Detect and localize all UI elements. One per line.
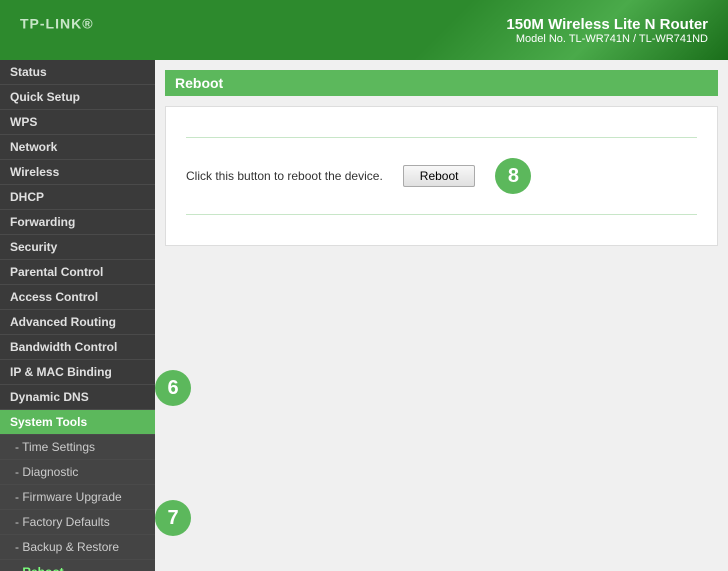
sidebar: StatusQuick SetupWPSNetworkWirelessDHCPF…	[0, 60, 155, 571]
badge-6: 6	[155, 370, 191, 406]
sidebar-item-parental-control[interactable]: Parental Control	[0, 260, 155, 285]
sidebar-item-network[interactable]: Network	[0, 135, 155, 160]
badge-8: 8	[495, 158, 531, 194]
reboot-description: Click this button to reboot the device.	[186, 169, 383, 183]
sidebar-item-wps[interactable]: WPS	[0, 110, 155, 135]
sidebar-item-forwarding[interactable]: Forwarding	[0, 210, 155, 235]
logo: TP-LINK®	[20, 14, 94, 46]
device-name: 150M Wireless Lite N Router	[506, 16, 708, 33]
section-header: Reboot	[165, 70, 718, 96]
reboot-button[interactable]: Reboot	[403, 165, 476, 187]
reboot-row: Click this button to reboot the device. …	[186, 148, 697, 204]
badge-7-wrapper: 7	[155, 500, 191, 536]
sidebar-item-diagnostic[interactable]: - Diagnostic	[0, 460, 155, 485]
sidebar-item-status[interactable]: Status	[0, 60, 155, 85]
sidebar-item-factory-defaults[interactable]: - Factory Defaults	[0, 510, 155, 535]
model-number: Model No. TL-WR741N / TL-WR741ND	[506, 33, 708, 45]
sidebar-item-dynamic-dns[interactable]: Dynamic DNS	[0, 385, 155, 410]
sidebar-item-dhcp[interactable]: DHCP	[0, 185, 155, 210]
sidebar-item-system-tools[interactable]: System Tools	[0, 410, 155, 435]
badge-6-wrapper: 6	[155, 370, 191, 406]
sidebar-item-quick-setup[interactable]: Quick Setup	[0, 85, 155, 110]
sidebar-item-backup-restore[interactable]: - Backup & Restore	[0, 535, 155, 560]
header: TP-LINK® 150M Wireless Lite N Router Mod…	[0, 0, 728, 60]
sidebar-item-bandwidth-control[interactable]: Bandwidth Control	[0, 335, 155, 360]
sidebar-item-security[interactable]: Security	[0, 235, 155, 260]
logo-trademark: ®	[82, 16, 93, 32]
main-content: Reboot Click this button to reboot the d…	[155, 60, 728, 571]
sidebar-item-time-settings[interactable]: - Time Settings	[0, 435, 155, 460]
device-info: 150M Wireless Lite N Router Model No. TL…	[506, 16, 708, 45]
sidebar-item-ip-mac-binding[interactable]: IP & MAC Binding	[0, 360, 155, 385]
sidebar-item-reboot[interactable]: - Reboot	[0, 560, 155, 571]
logo-text: TP-LINK	[20, 16, 82, 32]
badge-7: 7	[155, 500, 191, 536]
sidebar-item-advanced-routing[interactable]: Advanced Routing	[0, 310, 155, 335]
content-area: Click this button to reboot the device. …	[165, 106, 718, 246]
sidebar-item-wireless[interactable]: Wireless	[0, 160, 155, 185]
sidebar-item-firmware-upgrade[interactable]: - Firmware Upgrade	[0, 485, 155, 510]
sidebar-item-access-control[interactable]: Access Control	[0, 285, 155, 310]
